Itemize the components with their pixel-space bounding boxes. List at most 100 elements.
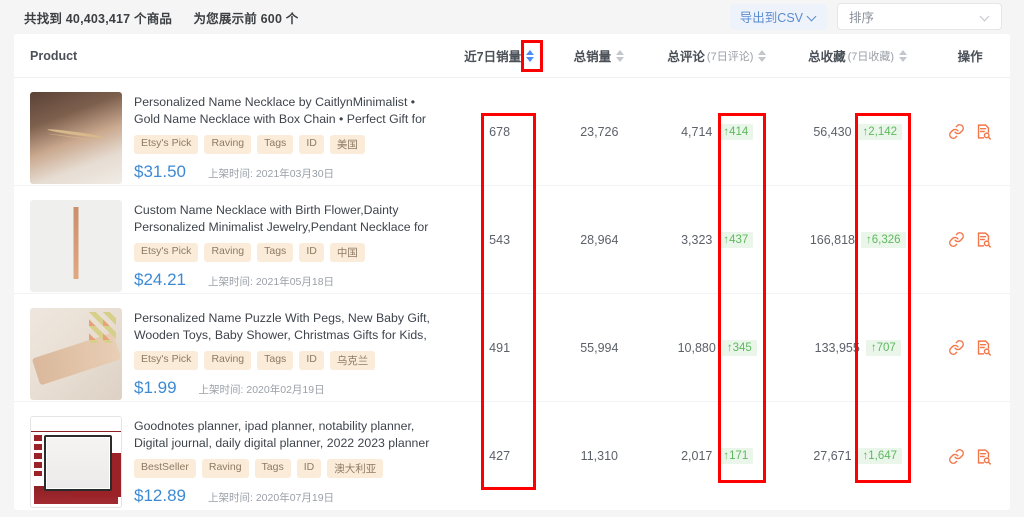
app-page: 共找到 40,403,417 个商品 为您展示前 600 个 导出到CSV 排序… bbox=[0, 0, 1024, 517]
document-search-icon[interactable] bbox=[975, 339, 992, 356]
link-icon[interactable] bbox=[948, 448, 965, 465]
reviews-cell: 10,880 ↑345 bbox=[649, 294, 785, 401]
sort-ascending-icon bbox=[526, 50, 534, 55]
product-thumbnail[interactable] bbox=[30, 416, 122, 508]
favorites-value: 166,818 bbox=[810, 233, 855, 247]
product-cell: Goodnotes planner, ipad planner, notabil… bbox=[14, 402, 450, 510]
link-icon[interactable] bbox=[948, 339, 965, 356]
product-tag-list: Etsy's Pick Raving Tags ID 乌克兰 bbox=[134, 351, 440, 370]
favorites-delta-badge: ↑707 bbox=[866, 340, 901, 356]
export-csv-button[interactable]: 导出到CSV bbox=[730, 4, 827, 30]
product-thumbnail[interactable] bbox=[30, 308, 122, 400]
product-price-line: $1.99 上架时间: 2020年02月19日 bbox=[134, 378, 440, 398]
chevron-down-icon bbox=[808, 12, 817, 21]
reviews-delta-badge: ↑414 bbox=[718, 124, 753, 140]
sort-toggle-week-sales[interactable] bbox=[526, 50, 534, 62]
reviews-value: 3,323 bbox=[681, 233, 712, 247]
sort-descending-icon bbox=[616, 57, 624, 62]
product-tag[interactable]: Etsy's Pick bbox=[134, 135, 198, 154]
product-tag[interactable]: Etsy's Pick bbox=[134, 351, 198, 370]
column-header-favorites[interactable]: 总收藏 (7日收藏) bbox=[785, 46, 930, 65]
table-row[interactable]: Personalized Name Puzzle With Pegs, New … bbox=[14, 294, 1010, 402]
favorites-cell: 56,430 ↑2,142 bbox=[785, 78, 930, 185]
results-summary: 共找到 40,403,417 个商品 为您展示前 600 个 bbox=[24, 8, 299, 27]
product-thumbnail[interactable] bbox=[30, 92, 122, 184]
sort-ascending-icon bbox=[616, 50, 624, 55]
total-sales-value: 11,310 bbox=[549, 402, 649, 510]
product-tag[interactable]: Raving bbox=[204, 351, 251, 370]
product-tag[interactable]: Raving bbox=[204, 243, 251, 262]
reviews-cell: 3,323 ↑437 bbox=[649, 186, 785, 293]
product-tag[interactable]: Tags bbox=[257, 135, 293, 154]
link-icon[interactable] bbox=[948, 231, 965, 248]
product-title[interactable]: Custom Name Necklace with Birth Flower,D… bbox=[134, 202, 440, 236]
product-tag-country[interactable]: 美国 bbox=[330, 135, 365, 154]
column-header-week-sales[interactable]: 近7日销量 bbox=[449, 46, 549, 65]
results-toolbar: 共找到 40,403,417 个商品 为您展示前 600 个 导出到CSV 排序 bbox=[0, 0, 1024, 34]
product-tag[interactable]: ID bbox=[299, 135, 324, 154]
favorites-value: 56,430 bbox=[813, 125, 851, 139]
product-price-line: $12.89 上架时间: 2020年07月19日 bbox=[134, 486, 440, 506]
column-header-total-sales-label: 总销量 bbox=[574, 46, 612, 65]
product-tag-list: Etsy's Pick Raving Tags ID 中国 bbox=[134, 243, 440, 262]
week-sales-value: 427 bbox=[450, 402, 550, 510]
product-cell: Personalized Name Necklace by CaitlynMin… bbox=[14, 78, 450, 185]
sort-toggle-favorites[interactable] bbox=[899, 50, 907, 62]
document-search-icon[interactable] bbox=[975, 123, 992, 140]
link-icon[interactable] bbox=[948, 123, 965, 140]
sort-select[interactable]: 排序 bbox=[837, 3, 1002, 30]
sort-descending-icon bbox=[526, 57, 534, 62]
table-row[interactable]: Goodnotes planner, ipad planner, notabil… bbox=[14, 402, 1010, 510]
column-header-favorites-label: 总收藏 bbox=[808, 46, 846, 65]
product-tag-country[interactable]: 中国 bbox=[330, 243, 365, 262]
column-header-reviews-sublabel: (7日评论) bbox=[707, 48, 753, 64]
product-title[interactable]: Personalized Name Puzzle With Pegs, New … bbox=[134, 310, 440, 344]
product-title[interactable]: Goodnotes planner, ipad planner, notabil… bbox=[134, 418, 440, 452]
row-actions bbox=[930, 294, 1010, 401]
total-sales-value: 28,964 bbox=[549, 186, 649, 293]
product-info: Goodnotes planner, ipad planner, notabil… bbox=[134, 416, 440, 506]
chevron-down-icon bbox=[981, 12, 990, 21]
product-tag-list: BestSeller Raving Tags ID 澳大利亚 bbox=[134, 459, 440, 478]
row-actions bbox=[930, 78, 1010, 185]
product-price: $31.50 bbox=[134, 162, 186, 182]
product-cell: Custom Name Necklace with Birth Flower,D… bbox=[14, 186, 450, 293]
product-tag[interactable]: ID bbox=[297, 459, 322, 478]
product-price: $24.21 bbox=[134, 270, 186, 290]
column-header-reviews[interactable]: 总评论 (7日评论) bbox=[649, 46, 785, 65]
product-tag[interactable]: Raving bbox=[204, 135, 251, 154]
sort-toggle-reviews[interactable] bbox=[758, 50, 766, 62]
reviews-delta-badge: ↑437 bbox=[718, 232, 753, 248]
product-tag-country[interactable]: 乌克兰 bbox=[330, 351, 376, 370]
results-table-card: Product 近7日销量 总销量 总评论 (7日评论) bbox=[14, 34, 1010, 510]
document-search-icon[interactable] bbox=[975, 448, 992, 465]
product-thumbnail[interactable] bbox=[30, 200, 122, 292]
sort-ascending-icon bbox=[758, 50, 766, 55]
product-price-line: $24.21 上架时间: 2021年05月18日 bbox=[134, 270, 440, 290]
favorites-delta-badge: ↑2,142 bbox=[858, 124, 903, 140]
product-tag[interactable]: Tags bbox=[257, 243, 293, 262]
product-tag[interactable]: ID bbox=[299, 243, 324, 262]
product-tag[interactable]: Tags bbox=[255, 459, 291, 478]
product-title[interactable]: Personalized Name Necklace by CaitlynMin… bbox=[134, 94, 440, 128]
reviews-delta-badge: ↑345 bbox=[722, 340, 757, 356]
favorites-value: 133,955 bbox=[815, 341, 860, 355]
row-actions bbox=[930, 186, 1010, 293]
product-tag[interactable]: Etsy's Pick bbox=[134, 243, 198, 262]
product-info: Custom Name Necklace with Birth Flower,D… bbox=[134, 200, 440, 290]
week-sales-value: 543 bbox=[450, 186, 550, 293]
sort-ascending-icon bbox=[899, 50, 907, 55]
product-tag[interactable]: ID bbox=[299, 351, 324, 370]
table-row[interactable]: Personalized Name Necklace by CaitlynMin… bbox=[14, 78, 1010, 186]
document-search-icon[interactable] bbox=[975, 231, 992, 248]
product-tag[interactable]: Tags bbox=[257, 351, 293, 370]
favorites-cell: 133,955 ↑707 bbox=[785, 294, 930, 401]
column-header-total-sales[interactable]: 总销量 bbox=[549, 46, 649, 65]
product-tag[interactable]: Raving bbox=[202, 459, 249, 478]
export-csv-label: 导出到CSV bbox=[740, 7, 803, 26]
reviews-value: 2,017 bbox=[681, 449, 712, 463]
sort-toggle-total-sales[interactable] bbox=[616, 50, 624, 62]
product-tag[interactable]: BestSeller bbox=[134, 459, 196, 478]
product-tag-country[interactable]: 澳大利亚 bbox=[327, 459, 383, 478]
table-row[interactable]: Custom Name Necklace with Birth Flower,D… bbox=[14, 186, 1010, 294]
